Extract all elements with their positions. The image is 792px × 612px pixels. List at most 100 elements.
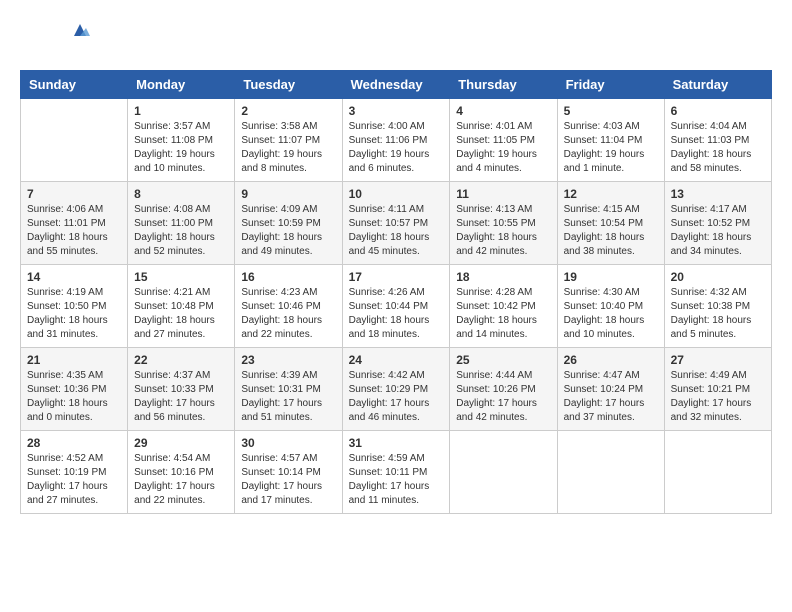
day-number: 14 bbox=[27, 270, 121, 284]
weekday-header-thursday: Thursday bbox=[450, 71, 557, 99]
day-number: 3 bbox=[349, 104, 444, 118]
day-info: Sunrise: 4:19 AMSunset: 10:50 PMDaylight… bbox=[27, 286, 121, 342]
page-header bbox=[20, 20, 772, 60]
day-info: Sunrise: 4:00 AMSunset: 11:06 PMDaylight… bbox=[349, 120, 444, 176]
calendar-cell: 14 Sunrise: 4:19 AMSunset: 10:50 PMDaylig… bbox=[21, 265, 128, 348]
day-info: Sunrise: 4:21 AMSunset: 10:48 PMDaylight… bbox=[134, 286, 228, 342]
day-number: 30 bbox=[241, 436, 335, 450]
calendar-cell: 23 Sunrise: 4:39 AMSunset: 10:31 PMDaylig… bbox=[235, 348, 342, 431]
calendar-cell: 1Sunrise: 3:57 AMSunset: 11:08 PMDayligh… bbox=[128, 99, 235, 182]
day-info: Sunrise: 4:52 AMSunset: 10:19 PMDaylight… bbox=[27, 452, 121, 508]
logo bbox=[20, 20, 72, 60]
day-info: Sunrise: 4:39 AMSunset: 10:31 PMDaylight… bbox=[241, 369, 335, 425]
day-info: Sunrise: 3:58 AMSunset: 11:07 PMDaylight… bbox=[241, 120, 335, 176]
day-info: Sunrise: 4:54 AMSunset: 10:16 PMDaylight… bbox=[134, 452, 228, 508]
weekday-header-wednesday: Wednesday bbox=[342, 71, 450, 99]
day-number: 2 bbox=[241, 104, 335, 118]
calendar-cell bbox=[557, 431, 664, 514]
calendar-cell: 26Sunrise: 4:47 AMSunset: 10:24 PMDaylig… bbox=[557, 348, 664, 431]
day-info: Sunrise: 4:26 AMSunset: 10:44 PMDaylight… bbox=[349, 286, 444, 342]
weekday-header-sunday: Sunday bbox=[21, 71, 128, 99]
calendar-week-row: 1Sunrise: 3:57 AMSunset: 11:08 PMDayligh… bbox=[21, 99, 772, 182]
day-info: Sunrise: 4:49 AMSunset: 10:21 PMDaylight… bbox=[671, 369, 765, 425]
day-number: 21 bbox=[27, 353, 121, 367]
calendar-cell: 8 Sunrise: 4:08 AMSunset: 11:00 PMDayligh… bbox=[128, 182, 235, 265]
day-number: 23 bbox=[241, 353, 335, 367]
day-info: Sunrise: 4:11 AMSunset: 10:57 PMDaylight… bbox=[349, 203, 444, 259]
day-info: Sunrise: 4:03 AMSunset: 11:04 PMDaylight… bbox=[564, 120, 658, 176]
day-number: 7 bbox=[27, 187, 121, 201]
calendar-week-row: 14 Sunrise: 4:19 AMSunset: 10:50 PMDaylig… bbox=[21, 265, 772, 348]
day-info: Sunrise: 4:37 AMSunset: 10:33 PMDaylight… bbox=[134, 369, 228, 425]
calendar-cell: 21 Sunrise: 4:35 AMSunset: 10:36 PMDaylig… bbox=[21, 348, 128, 431]
day-info: Sunrise: 4:57 AMSunset: 10:14 PMDaylight… bbox=[241, 452, 335, 508]
day-number: 11 bbox=[456, 187, 550, 201]
day-info: Sunrise: 4:17 AMSunset: 10:52 PMDaylight… bbox=[671, 203, 765, 259]
calendar-cell: 12 Sunrise: 4:15 AMSunset: 10:54 PMDaylig… bbox=[557, 182, 664, 265]
day-number: 8 bbox=[134, 187, 228, 201]
day-number: 12 bbox=[564, 187, 658, 201]
calendar-cell: 24 Sunrise: 4:42 AMSunset: 10:29 PMDaylig… bbox=[342, 348, 450, 431]
weekday-header-friday: Friday bbox=[557, 71, 664, 99]
calendar-cell: 25 Sunrise: 4:44 AMSunset: 10:26 PMDaylig… bbox=[450, 348, 557, 431]
calendar-week-row: 21 Sunrise: 4:35 AMSunset: 10:36 PMDaylig… bbox=[21, 348, 772, 431]
day-number: 24 bbox=[349, 353, 444, 367]
day-info: Sunrise: 4:08 AMSunset: 11:00 PMDaylight… bbox=[134, 203, 228, 259]
day-info: Sunrise: 4:13 AMSunset: 10:55 PMDaylight… bbox=[456, 203, 550, 259]
calendar-cell: 5 Sunrise: 4:03 AMSunset: 11:04 PMDayligh… bbox=[557, 99, 664, 182]
day-number: 25 bbox=[456, 353, 550, 367]
calendar-week-row: 7 Sunrise: 4:06 AMSunset: 11:01 PMDayligh… bbox=[21, 182, 772, 265]
calendar-cell bbox=[450, 431, 557, 514]
day-info: Sunrise: 4:42 AMSunset: 10:29 PMDaylight… bbox=[349, 369, 444, 425]
calendar-cell: 29Sunrise: 4:54 AMSunset: 10:16 PMDaylig… bbox=[128, 431, 235, 514]
day-number: 28 bbox=[27, 436, 121, 450]
calendar-cell: 27 Sunrise: 4:49 AMSunset: 10:21 PMDaylig… bbox=[664, 348, 771, 431]
day-number: 19 bbox=[564, 270, 658, 284]
calendar-cell: 7 Sunrise: 4:06 AMSunset: 11:01 PMDayligh… bbox=[21, 182, 128, 265]
day-info: Sunrise: 4:35 AMSunset: 10:36 PMDaylight… bbox=[27, 369, 121, 425]
calendar-cell: 15 Sunrise: 4:21 AMSunset: 10:48 PMDaylig… bbox=[128, 265, 235, 348]
calendar-cell bbox=[21, 99, 128, 182]
calendar-cell: 9 Sunrise: 4:09 AMSunset: 10:59 PMDayligh… bbox=[235, 182, 342, 265]
day-number: 27 bbox=[671, 353, 765, 367]
day-info: Sunrise: 4:15 AMSunset: 10:54 PMDaylight… bbox=[564, 203, 658, 259]
calendar-cell: 6 Sunrise: 4:04 AMSunset: 11:03 PMDayligh… bbox=[664, 99, 771, 182]
day-number: 9 bbox=[241, 187, 335, 201]
calendar-cell: 13Sunrise: 4:17 AMSunset: 10:52 PMDaylig… bbox=[664, 182, 771, 265]
calendar-header-row: SundayMondayTuesdayWednesdayThursdayFrid… bbox=[21, 71, 772, 99]
calendar-cell: 31 Sunrise: 4:59 AMSunset: 10:11 PMDaylig… bbox=[342, 431, 450, 514]
weekday-header-tuesday: Tuesday bbox=[235, 71, 342, 99]
day-number: 10 bbox=[349, 187, 444, 201]
day-number: 6 bbox=[671, 104, 765, 118]
calendar-cell: 28 Sunrise: 4:52 AMSunset: 10:19 PMDaylig… bbox=[21, 431, 128, 514]
day-number: 15 bbox=[134, 270, 228, 284]
calendar-cell: 3 Sunrise: 4:00 AMSunset: 11:06 PMDayligh… bbox=[342, 99, 450, 182]
day-info: Sunrise: 3:57 AMSunset: 11:08 PMDaylight… bbox=[134, 120, 228, 176]
calendar-table: SundayMondayTuesdayWednesdayThursdayFrid… bbox=[20, 70, 772, 514]
day-info: Sunrise: 4:06 AMSunset: 11:01 PMDaylight… bbox=[27, 203, 121, 259]
day-info: Sunrise: 4:32 AMSunset: 10:38 PMDaylight… bbox=[671, 286, 765, 342]
day-info: Sunrise: 4:09 AMSunset: 10:59 PMDaylight… bbox=[241, 203, 335, 259]
weekday-header-saturday: Saturday bbox=[664, 71, 771, 99]
calendar-cell bbox=[664, 431, 771, 514]
calendar-cell: 18Sunrise: 4:28 AMSunset: 10:42 PMDaylig… bbox=[450, 265, 557, 348]
calendar-week-row: 28 Sunrise: 4:52 AMSunset: 10:19 PMDaylig… bbox=[21, 431, 772, 514]
day-number: 31 bbox=[349, 436, 444, 450]
calendar-cell: 10 Sunrise: 4:11 AMSunset: 10:57 PMDaylig… bbox=[342, 182, 450, 265]
calendar-cell: 16Sunrise: 4:23 AMSunset: 10:46 PMDaylig… bbox=[235, 265, 342, 348]
weekday-header-monday: Monday bbox=[128, 71, 235, 99]
day-info: Sunrise: 4:30 AMSunset: 10:40 PMDaylight… bbox=[564, 286, 658, 342]
day-number: 5 bbox=[564, 104, 658, 118]
calendar-cell: 30 Sunrise: 4:57 AMSunset: 10:14 PMDaylig… bbox=[235, 431, 342, 514]
day-number: 18 bbox=[456, 270, 550, 284]
day-info: Sunrise: 4:59 AMSunset: 10:11 PMDaylight… bbox=[349, 452, 444, 508]
calendar-cell: 22Sunrise: 4:37 AMSunset: 10:33 PMDaylig… bbox=[128, 348, 235, 431]
day-info: Sunrise: 4:44 AMSunset: 10:26 PMDaylight… bbox=[456, 369, 550, 425]
calendar-cell: 11 Sunrise: 4:13 AMSunset: 10:55 PMDaylig… bbox=[450, 182, 557, 265]
day-info: Sunrise: 4:01 AMSunset: 11:05 PMDaylight… bbox=[456, 120, 550, 176]
calendar-cell: 17Sunrise: 4:26 AMSunset: 10:44 PMDaylig… bbox=[342, 265, 450, 348]
calendar-cell: 19 Sunrise: 4:30 AMSunset: 10:40 PMDaylig… bbox=[557, 265, 664, 348]
day-info: Sunrise: 4:04 AMSunset: 11:03 PMDaylight… bbox=[671, 120, 765, 176]
calendar-cell: 20Sunrise: 4:32 AMSunset: 10:38 PMDaylig… bbox=[664, 265, 771, 348]
day-number: 26 bbox=[564, 353, 658, 367]
